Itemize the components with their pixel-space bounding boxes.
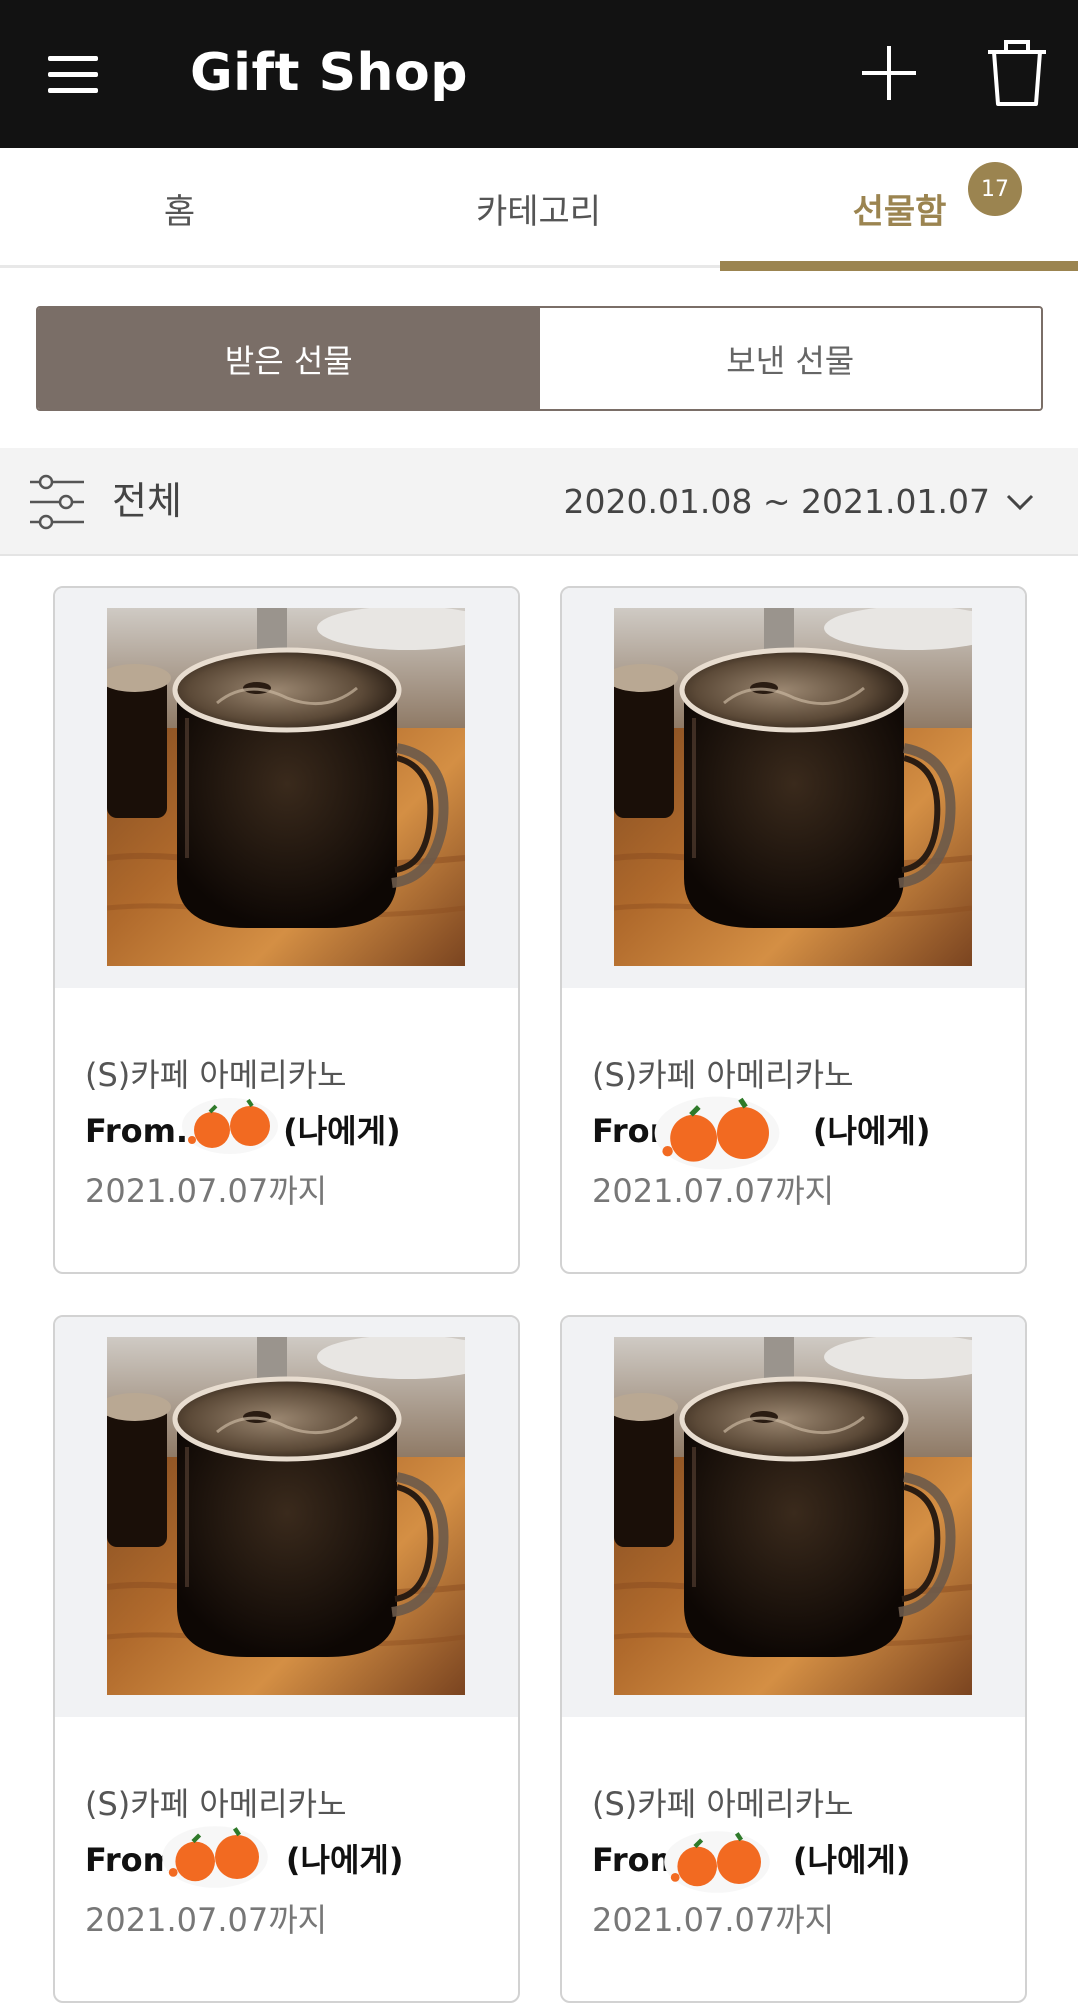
coffee-image xyxy=(614,1337,972,1695)
redaction-sticker-icon xyxy=(160,1817,270,1897)
redaction-sticker-icon xyxy=(180,1096,280,1156)
gift-expiry: 2021.07.07까지 xyxy=(85,1901,328,1939)
gift-shop-app: Gift Shop 홈 카테고리 선물함 17 받은 선물 보낸 선물 전체 2… xyxy=(0,0,1078,2006)
gift-card[interactable]: (S)카페 아메리카노 From. (나에게) 2021.07.07까지 xyxy=(53,586,520,1274)
gift-direction-segment: 받은 선물 보낸 선물 xyxy=(36,306,1043,411)
gift-expiry: 2021.07.07까지 xyxy=(592,1901,835,1939)
app-title: Gift Shop xyxy=(190,43,469,103)
tab-gift-box[interactable]: 선물함 17 xyxy=(720,148,1078,271)
plus-icon[interactable] xyxy=(856,40,922,106)
redaction-sticker-icon xyxy=(662,1827,772,1897)
top-app-bar: Gift Shop xyxy=(0,0,1078,148)
redaction-sticker-icon xyxy=(652,1088,782,1178)
date-range-selector[interactable]: 2020.01.08 ~ 2021.01.07 xyxy=(563,474,990,530)
gift-image-area xyxy=(55,588,518,988)
filter-bar: 전체 2020.01.08 ~ 2021.01.07 xyxy=(0,448,1078,556)
gift-sender-prefix: From. xyxy=(85,1112,189,1150)
gift-card[interactable]: (S)카페 아메리카노 From (나에게) 2021.07.07까지 xyxy=(560,586,1027,1274)
coffee-image xyxy=(614,608,972,966)
sent-gifts-button[interactable]: 보낸 선물 xyxy=(539,308,1041,409)
gift-name: (S)카페 아메리카노 xyxy=(592,1785,854,1823)
gift-image-area xyxy=(562,588,1025,988)
gift-image-area xyxy=(55,1317,518,1717)
main-tabs: 홈 카테고리 선물함 17 xyxy=(0,148,1078,271)
menu-icon[interactable] xyxy=(38,42,108,106)
filter-sliders-icon[interactable] xyxy=(28,474,86,530)
gift-sender-suffix: (나에게) xyxy=(283,1112,401,1150)
filter-label[interactable]: 전체 xyxy=(112,472,182,530)
gift-card[interactable]: (S)카페 아메리카노 From (나에게) 2021.07.07까지 xyxy=(53,1315,520,2003)
trash-icon[interactable] xyxy=(982,36,1052,110)
received-gifts-button[interactable]: 받은 선물 xyxy=(38,308,540,409)
tab-category[interactable]: 카테고리 xyxy=(359,148,718,268)
chevron-down-icon[interactable] xyxy=(1002,484,1038,520)
coffee-image xyxy=(107,1337,465,1695)
tab-home-label: 홈 xyxy=(163,191,196,232)
gift-count-badge: 17 xyxy=(968,162,1022,216)
gift-expiry: 2021.07.07까지 xyxy=(592,1172,835,1210)
gift-card[interactable]: (S)카페 아메리카노 From (나에게) 2021.07.07까지 xyxy=(560,1315,1027,2003)
tab-gift-box-label: 선물함 xyxy=(852,191,947,232)
gift-sender-suffix: (나에게) xyxy=(792,1841,911,1879)
gift-sender-suffix: (나에게) xyxy=(812,1112,931,1150)
active-tab-indicator xyxy=(720,261,1078,271)
coffee-image xyxy=(107,608,465,966)
tab-home[interactable]: 홈 xyxy=(0,148,359,268)
gift-name: (S)카페 아메리카노 xyxy=(85,1056,347,1094)
gift-sender-suffix: (나에게) xyxy=(285,1841,404,1879)
gift-image-area xyxy=(562,1317,1025,1717)
gift-expiry: 2021.07.07까지 xyxy=(85,1172,328,1210)
tab-category-label: 카테고리 xyxy=(475,191,602,232)
